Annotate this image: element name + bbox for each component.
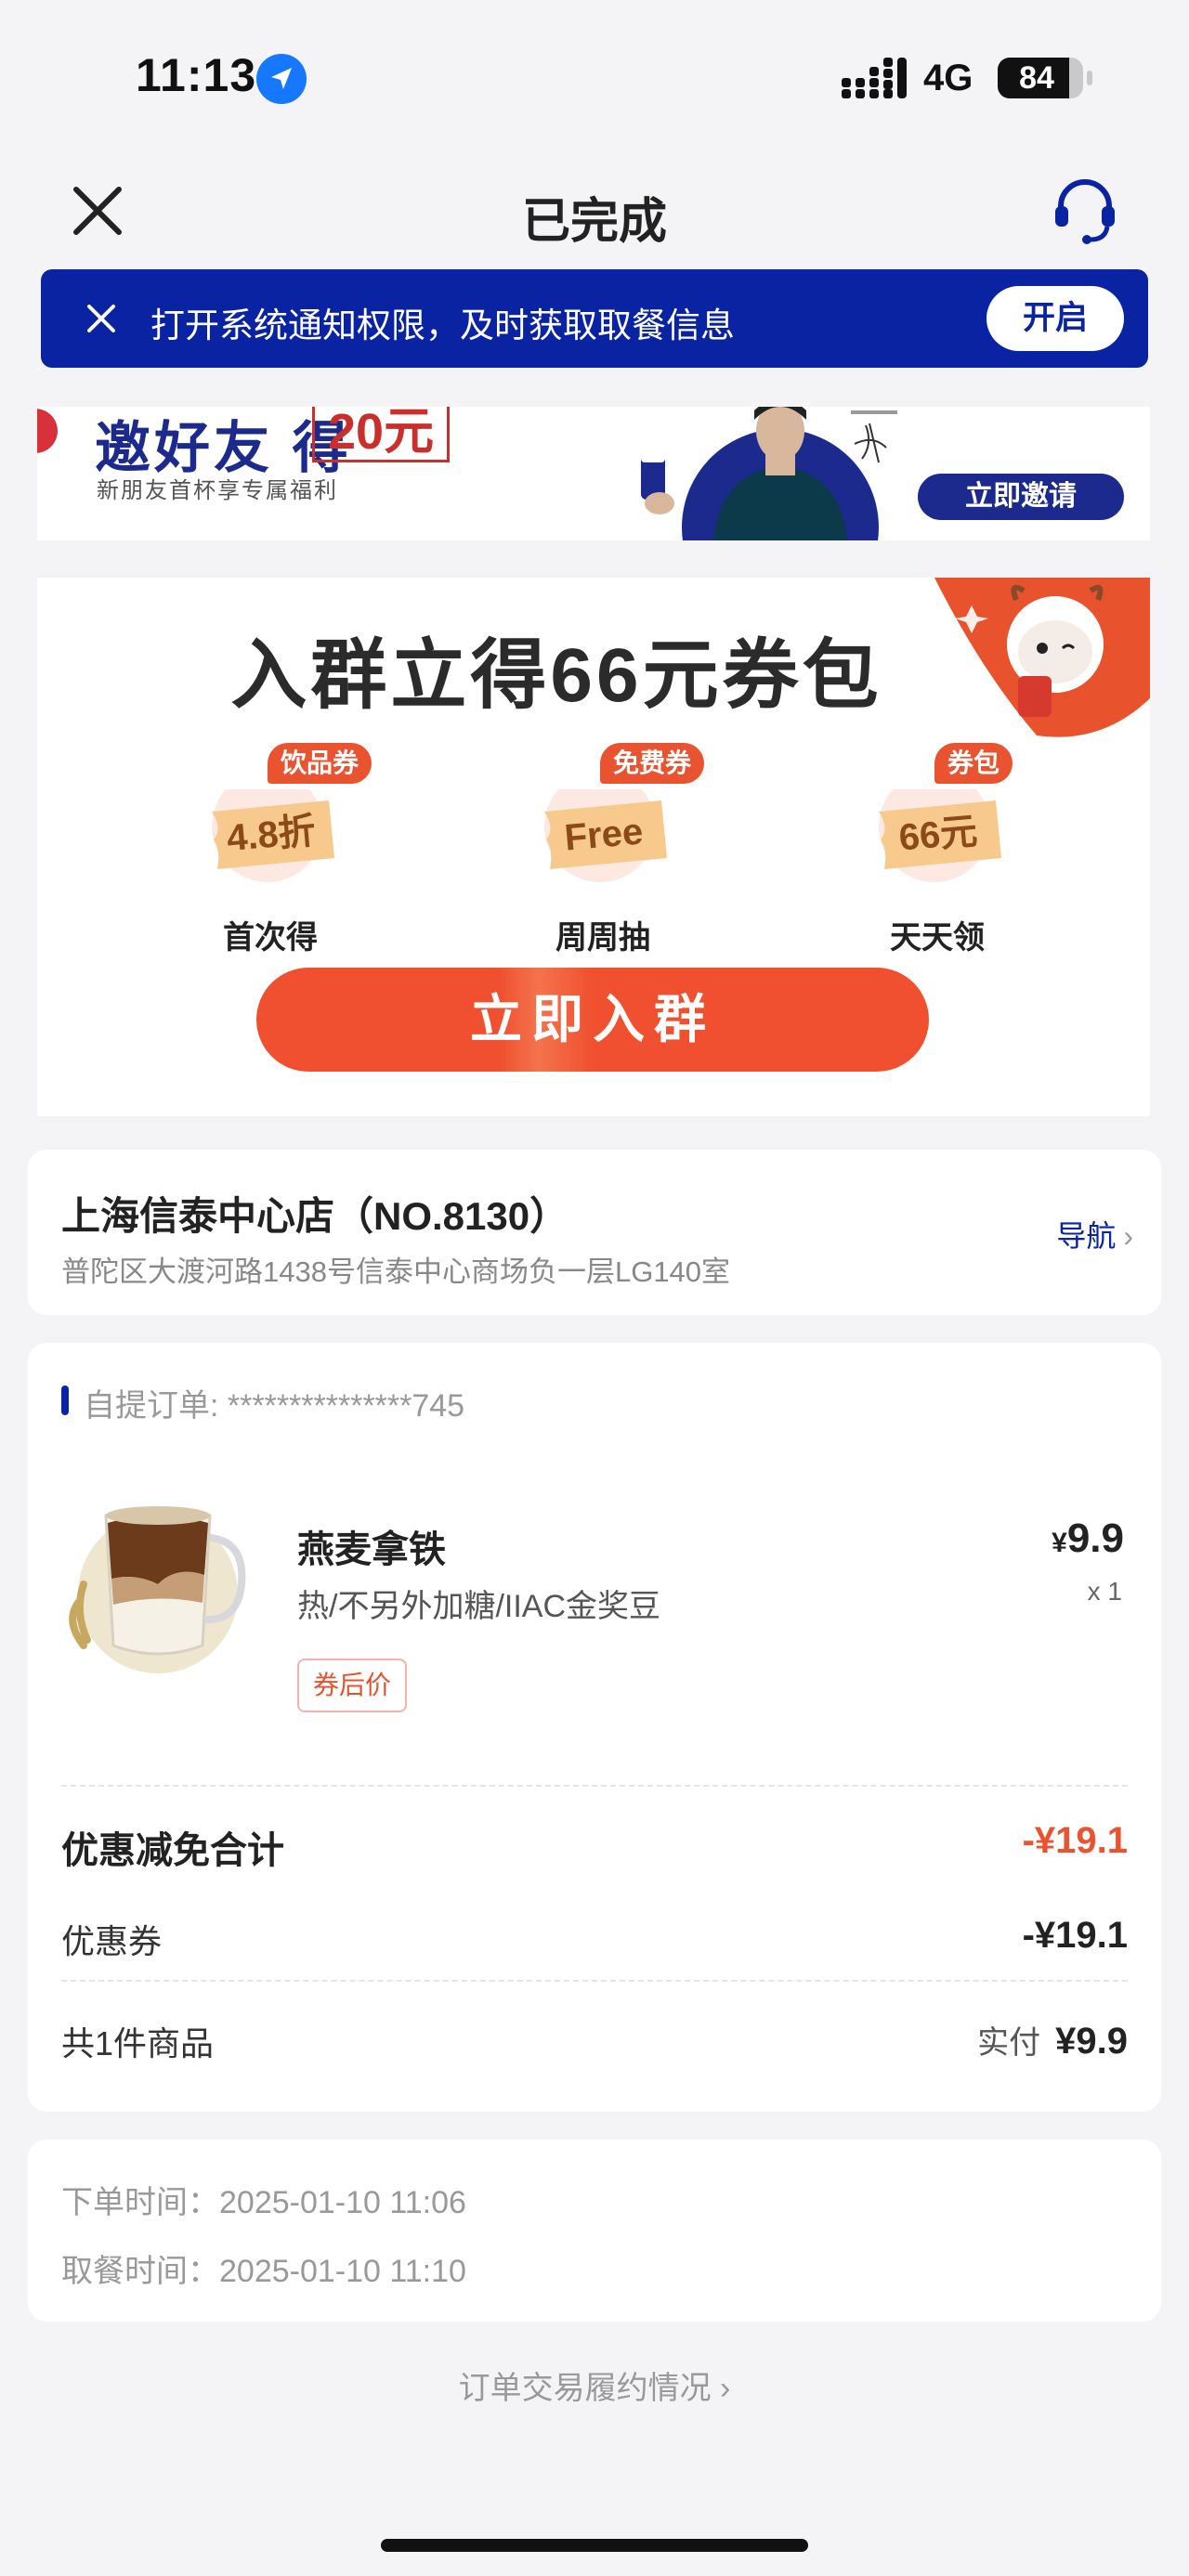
battery-label: 84 xyxy=(1019,60,1054,96)
order-time: 下单时间：2025-01-10 11:06 xyxy=(61,2185,466,2220)
paid-label: 实付 xyxy=(977,2025,1041,2061)
product-price: ¥9.9 xyxy=(1052,1516,1124,1562)
location-arrow-icon xyxy=(256,54,307,104)
invite-now-button[interactable]: 立即邀请 xyxy=(918,474,1124,520)
perk-first-time: 4.8折 饮品券 首次得 xyxy=(175,743,379,966)
status-bar: 11:13 4G 84 xyxy=(0,0,1189,149)
perk-tag: 饮品券 xyxy=(268,743,372,784)
invite-friends-banner[interactable]: 邀好友 得 20元 新朋友首杯享专属福利 立即邀请 xyxy=(37,407,1150,540)
divider xyxy=(61,1785,1128,1787)
page-title: 已完成 xyxy=(521,195,667,249)
price-currency: ¥ xyxy=(1052,1528,1067,1558)
order-card: 自提订单: ***************745 燕麦拿铁 热/不另外加糖/II… xyxy=(28,1343,1161,2112)
items-count-label: 共1件商品 xyxy=(61,2024,215,2062)
coupon-row: 优惠券 -¥19.1 xyxy=(61,1915,1128,1971)
battery-cap xyxy=(1087,71,1092,85)
signal-icon xyxy=(842,58,907,98)
navigation-label: 导航 xyxy=(1056,1219,1117,1253)
home-indicator xyxy=(381,2539,808,2552)
pickup-time: 取餐时间：2025-01-10 11:10 xyxy=(61,2254,466,2289)
perk-tag: 券包 xyxy=(934,743,1013,784)
invite-subtitle: 新朋友首杯享专属福利 xyxy=(97,478,338,503)
invite-amount: 20元 xyxy=(312,407,451,462)
discount-total-value: -¥19.1 xyxy=(1022,1820,1128,1861)
ticket-icon: 66元 xyxy=(879,789,1001,882)
order-id: 自提订单: ***************745 xyxy=(84,1388,465,1424)
join-group-button[interactable]: 立即入群 xyxy=(256,968,929,1072)
product-name: 燕麦拿铁 xyxy=(297,1529,446,1570)
signature-image xyxy=(851,410,897,463)
order-fulfillment-link[interactable]: 订单交易履约情况 › xyxy=(0,2362,1189,2408)
coupon-label: 优惠券 xyxy=(61,1922,163,1960)
nav-bar: 已完成 xyxy=(0,149,1189,269)
discount-total-row: 优惠减免合计 -¥19.1 xyxy=(61,1820,1128,1876)
paid-amount: 实付 ¥9.9 xyxy=(977,2017,1128,2062)
banner-close-icon[interactable] xyxy=(78,295,124,342)
battery-icon: 84 xyxy=(998,58,1083,98)
ticket-text: 66元 xyxy=(897,811,979,858)
oat-latte-product-image xyxy=(69,1506,246,1673)
discount-total-label: 优惠减免合计 xyxy=(61,1830,284,1871)
section-marker xyxy=(61,1386,69,1415)
ticket-text: Free xyxy=(563,811,645,858)
decor-dot xyxy=(37,409,58,453)
status-time: 11:13 xyxy=(136,49,257,101)
ticket-text: 4.8折 xyxy=(225,811,317,859)
group-promo-title: 入群立得66元券包 xyxy=(230,633,882,718)
after-coupon-tag: 券后价 xyxy=(297,1659,407,1712)
network-type: 4G xyxy=(923,58,973,98)
store-name: 上海信泰中心店（NO.8130） xyxy=(61,1194,569,1238)
total-row: 共1件商品 实付 ¥9.9 xyxy=(61,2017,1128,2073)
coupon-value: -¥19.1 xyxy=(1022,1915,1128,1956)
join-group-promo: 入群立得66元券包 4.8折 饮品券 首次得 Free 免费券 周周抽 66元 … xyxy=(37,578,1150,1116)
perk-daily-claim: 66元 券包 天天领 xyxy=(842,743,1046,966)
perk-label: 周周抽 xyxy=(555,920,650,956)
ticket-icon: 4.8折 xyxy=(212,789,334,882)
notification-permission-banner: 打开系统通知权限，及时获取取餐信息 开启 xyxy=(41,269,1148,368)
store-card: 上海信泰中心店（NO.8130） 普陀区大渡河路1438号信泰中心商场负一层LG… xyxy=(28,1150,1161,1315)
customer-service-icon[interactable] xyxy=(1050,175,1120,245)
perk-label: 天天领 xyxy=(890,920,985,956)
store-address: 普陀区大渡河路1438号信泰中心商场负一层LG140室 xyxy=(61,1255,731,1288)
paid-value: ¥9.9 xyxy=(1055,2021,1128,2062)
perk-tag: 免费券 xyxy=(600,743,705,784)
navigation-link[interactable]: 导航 › xyxy=(1056,1213,1133,1255)
notification-banner-text: 打开系统通知权限，及时获取取餐信息 xyxy=(150,306,735,345)
order-times-card: 下单时间：2025-01-10 11:06 取餐时间：2025-01-10 11… xyxy=(28,2140,1161,2322)
perk-weekly-draw: Free 免费券 周周抽 xyxy=(507,743,712,966)
chevron-right-icon: › xyxy=(1123,1219,1133,1253)
divider xyxy=(61,1980,1128,1982)
price-value: 9.9 xyxy=(1066,1516,1124,1561)
ticket-icon: Free xyxy=(544,789,667,882)
perk-label: 首次得 xyxy=(223,920,318,956)
enable-notification-button[interactable]: 开启 xyxy=(986,286,1124,351)
product-quantity: x 1 xyxy=(1087,1577,1122,1606)
product-spec: 热/不另外加糖/IIAC金奖豆 xyxy=(297,1589,661,1624)
